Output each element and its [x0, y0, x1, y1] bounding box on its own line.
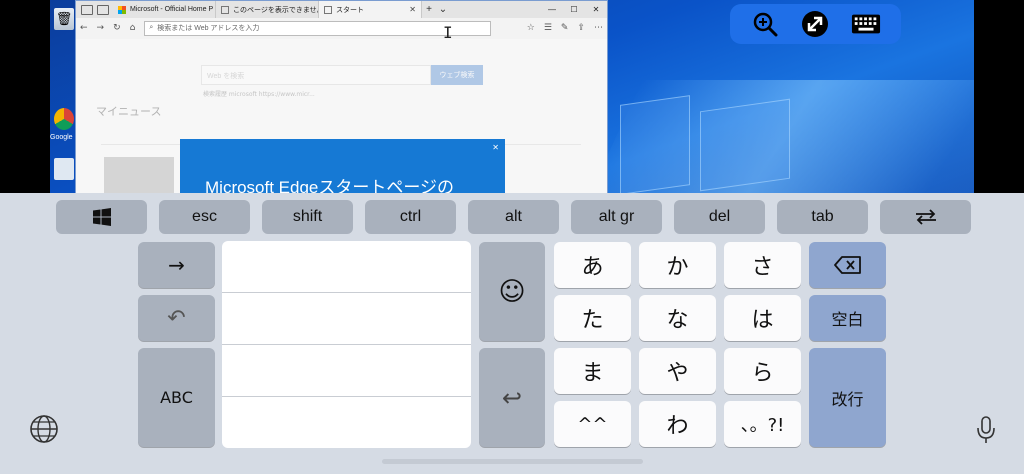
abc-key[interactable]: ABC [138, 348, 215, 447]
text-cursor-icon: I [443, 23, 453, 42]
favorites-hub-icon[interactable]: ☰ [544, 23, 552, 33]
web-search-button[interactable]: ウェブ検索 [431, 65, 483, 85]
tab-preview-icon[interactable] [81, 4, 93, 15]
candidate-list[interactable] [222, 241, 471, 448]
popup-title: Microsoft Edgeスタートページの [205, 178, 455, 193]
home-icon[interactable]: ⌂ [130, 23, 136, 33]
keyboard-icon[interactable] [851, 9, 881, 39]
emoticon-key[interactable]: ^^ [554, 401, 631, 447]
news-card-image[interactable] [104, 157, 174, 193]
address-bar[interactable]: ⌕ 検索または Web アドレスを入力 [144, 20, 492, 36]
recycle-bin-icon[interactable]: 🗑 [54, 8, 74, 30]
candidate-row[interactable] [222, 397, 471, 448]
close-popup-icon[interactable]: ✕ [492, 143, 499, 152]
kana-key-wa[interactable]: わ [639, 401, 716, 447]
alt-key[interactable]: alt [468, 200, 559, 234]
page-content[interactable]: Web を検索 ウェブ検索 検索履歴 microsoft https://www… [76, 39, 607, 193]
chrome-icon[interactable] [54, 108, 74, 130]
tab-error-page[interactable]: このページを表示できません [216, 1, 319, 18]
backspace-icon [833, 256, 861, 274]
forward-icon[interactable]: → [97, 23, 105, 33]
esc-key[interactable]: esc [159, 200, 250, 234]
swap-arrows-icon [915, 209, 936, 225]
emoji-key[interactable]: ☺ [479, 242, 545, 341]
search-icon: ⌕ [149, 24, 154, 31]
microsoft-logo-icon [118, 5, 126, 14]
del-key[interactable]: del [674, 200, 765, 234]
kana-key-ka[interactable]: か [639, 242, 716, 288]
kana-key-ra[interactable]: ら [724, 348, 801, 394]
screen: 🗑 Google Microsoft - Official Home P このペ… [0, 0, 1024, 474]
alt-gr-key[interactable]: alt gr [571, 200, 662, 234]
kana-key-ya[interactable]: や [639, 348, 716, 394]
undo-key[interactable]: ↶ [138, 295, 215, 341]
windows-key[interactable] [56, 200, 147, 234]
remote-toolbar [730, 4, 901, 44]
page-icon [221, 5, 229, 14]
tab-microsoft[interactable]: Microsoft - Official Home P [113, 1, 216, 18]
chevron-down-icon[interactable]: ⌄ [436, 4, 450, 15]
favorites-star-icon[interactable]: ☆ [527, 23, 535, 33]
space-key[interactable]: 空白 [809, 295, 886, 341]
share-icon[interactable]: ⇪ [577, 23, 585, 33]
set-aside-tabs-icon[interactable] [97, 4, 109, 15]
candidate-row[interactable] [222, 293, 471, 345]
kana-key-ha[interactable]: は [724, 295, 801, 341]
virtual-keyboard: esc shift ctrl alt alt gr del tab → ↶ AB… [0, 193, 1024, 474]
kana-key-a[interactable]: あ [554, 242, 631, 288]
backspace-key[interactable] [809, 242, 886, 288]
globe-icon[interactable] [28, 413, 60, 445]
close-window-icon[interactable]: ✕ [585, 5, 607, 14]
my-news-heading: マイニュース [96, 105, 162, 118]
back-icon[interactable]: ← [80, 23, 88, 33]
candidate-row[interactable] [222, 241, 471, 293]
tab-start[interactable]: スタート ✕ [319, 1, 422, 18]
tab-label: スタート [336, 6, 364, 14]
arrow-right-key[interactable]: → [138, 242, 215, 288]
ctrl-key[interactable]: ctrl [365, 200, 456, 234]
tab-label: このページを表示できません [233, 6, 319, 14]
edge-start-popup[interactable]: ✕ Microsoft Edgeスタートページの [180, 139, 505, 193]
new-tab-icon[interactable]: + [422, 4, 436, 15]
candidate-row[interactable] [222, 345, 471, 397]
tab-label: Microsoft - Official Home P [130, 6, 214, 13]
tab-bar: Microsoft - Official Home P このページを表示できませ… [76, 1, 607, 18]
more-icon[interactable]: ⋯ [594, 23, 603, 33]
minimize-icon[interactable]: — [541, 5, 563, 14]
windows-logo-icon [92, 208, 111, 226]
punctuation-key[interactable]: 、。?! [724, 401, 801, 447]
kana-key-sa[interactable]: さ [724, 242, 801, 288]
maximize-icon[interactable]: ☐ [563, 5, 585, 14]
web-search-input[interactable]: Web を検索 [201, 65, 431, 85]
chrome-label: Google [50, 134, 73, 141]
kana-key-na[interactable]: な [639, 295, 716, 341]
kana-key-ta[interactable]: た [554, 295, 631, 341]
quick-links[interactable]: 検索履歴 microsoft https://www.micr... [203, 89, 315, 98]
address-placeholder: 検索または Web アドレスを入力 [157, 25, 260, 32]
switch-keys-key[interactable] [880, 200, 971, 234]
shift-key[interactable]: shift [262, 200, 353, 234]
function-key-row: esc shift ctrl alt alt gr del tab [56, 200, 971, 234]
microphone-icon[interactable] [972, 413, 1000, 447]
zoom-in-icon[interactable] [750, 9, 780, 39]
navigation-bar: ← → ↻ ⌂ ⌕ 検索または Web アドレスを入力 ☆ ☰ ✎ ⇪ ⋯ [76, 18, 607, 38]
pen-icon[interactable]: ✎ [561, 23, 569, 33]
remote-desktop-icon[interactable] [800, 9, 830, 39]
page-icon [324, 5, 332, 14]
refresh-icon[interactable]: ↻ [113, 23, 121, 33]
return-key[interactable]: ↩ [479, 348, 545, 447]
desktop-file-icon[interactable] [54, 158, 74, 180]
enter-key[interactable]: 改行 [809, 348, 886, 447]
tab-key[interactable]: tab [777, 200, 868, 234]
kana-key-ma[interactable]: ま [554, 348, 631, 394]
close-tab-icon[interactable]: ✕ [409, 5, 416, 14]
remote-desktop-view[interactable]: 🗑 Google Microsoft - Official Home P このペ… [0, 0, 1024, 193]
home-indicator[interactable] [382, 459, 643, 464]
edge-browser-window[interactable]: Microsoft - Official Home P このページを表示できませ… [75, 0, 608, 193]
